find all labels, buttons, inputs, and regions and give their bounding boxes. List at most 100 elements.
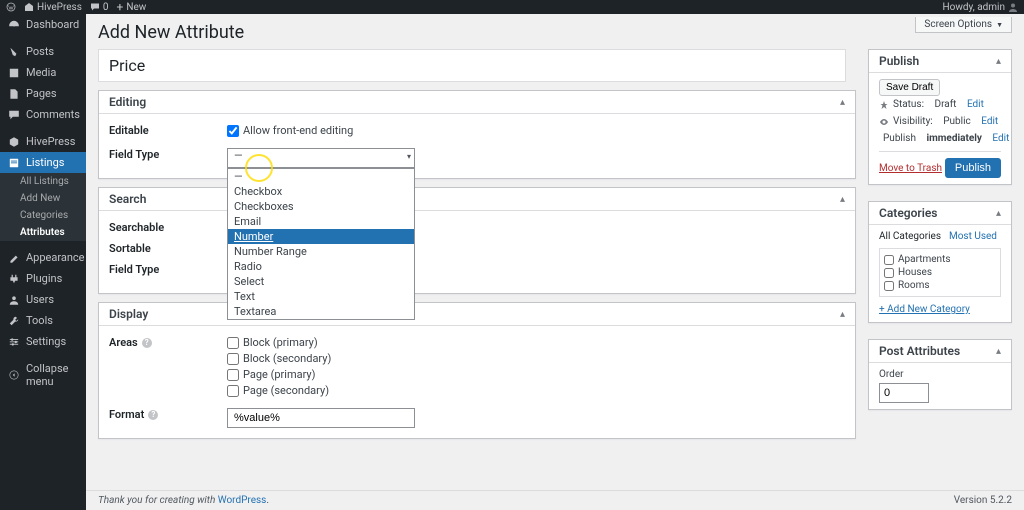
footer-version: Version 5.2.2 bbox=[954, 495, 1012, 506]
menu-tools[interactable]: Tools bbox=[0, 310, 86, 331]
option-checkbox[interactable]: Checkbox bbox=[228, 184, 414, 199]
content-area: Screen Options Add New Attribute Price E… bbox=[86, 14, 1024, 510]
move-to-trash-link[interactable]: Move to Trash bbox=[879, 163, 942, 174]
screen-options-toggle[interactable]: Screen Options bbox=[915, 17, 1012, 33]
areas-help-icon[interactable]: ? bbox=[142, 338, 152, 348]
admin-footer: Thank you for creating with WordPress. V… bbox=[86, 490, 1024, 510]
option-dash[interactable]: — bbox=[228, 169, 414, 184]
visibility-edit-link[interactable]: Edit bbox=[981, 116, 998, 127]
howdy-link[interactable]: Howdy, admin bbox=[943, 2, 1018, 13]
submenu-attributes[interactable]: Attributes bbox=[0, 224, 86, 241]
editing-field-type-label: Field Type bbox=[109, 148, 227, 161]
submenu-add-new[interactable]: Add New bbox=[0, 190, 86, 207]
listings-submenu: All Listings Add New Categories Attribut… bbox=[0, 173, 86, 241]
search-field-type-label: Field Type bbox=[109, 263, 227, 276]
allow-front-end-editing-label: Allow front-end editing bbox=[243, 124, 353, 137]
cat-rooms-label: Rooms bbox=[898, 280, 930, 291]
option-number[interactable]: Number bbox=[228, 229, 414, 244]
add-new-category-link[interactable]: + Add New Category bbox=[879, 304, 970, 315]
search-box: Search ▴ Searchable Sortable Field Type bbox=[98, 187, 856, 294]
menu-hivepress[interactable]: HivePress bbox=[0, 131, 86, 152]
collapse-menu[interactable]: Collapse menu bbox=[0, 358, 86, 392]
sortable-label: Sortable bbox=[109, 242, 227, 255]
searchable-label: Searchable bbox=[109, 221, 227, 234]
area-page-secondary-label: Page (secondary) bbox=[243, 384, 329, 397]
cat-tab-all[interactable]: All Categories bbox=[879, 231, 941, 242]
cat-houses-checkbox[interactable] bbox=[884, 268, 894, 278]
option-textarea[interactable]: Textarea bbox=[228, 304, 414, 319]
cat-rooms-checkbox[interactable] bbox=[884, 281, 894, 291]
status-value: Draft bbox=[935, 99, 957, 110]
cat-houses-label: Houses bbox=[898, 267, 932, 278]
cat-apartments-label: Apartments bbox=[898, 254, 951, 265]
area-block-primary-label: Block (primary) bbox=[243, 336, 318, 349]
menu-plugins[interactable]: Plugins bbox=[0, 268, 86, 289]
option-checkboxes[interactable]: Checkboxes bbox=[228, 199, 414, 214]
order-label: Order bbox=[879, 369, 904, 380]
menu-media[interactable]: Media bbox=[0, 62, 86, 83]
editing-field-type-select[interactable]: — bbox=[227, 148, 415, 168]
menu-appearance[interactable]: Appearance bbox=[0, 247, 86, 268]
area-block-secondary-label: Block (secondary) bbox=[243, 352, 331, 365]
admin-toolbar: HivePress 0 +New Howdy, admin bbox=[0, 0, 1024, 14]
option-number-range[interactable]: Number Range bbox=[228, 244, 414, 259]
area-block-primary-checkbox[interactable] bbox=[227, 337, 239, 349]
area-block-secondary-checkbox[interactable] bbox=[227, 353, 239, 365]
menu-pages[interactable]: Pages bbox=[0, 83, 86, 104]
publish-toggle-icon[interactable]: ▴ bbox=[996, 56, 1001, 67]
status-edit-link[interactable]: Edit bbox=[967, 99, 984, 110]
search-toggle-icon[interactable]: ▴ bbox=[840, 194, 845, 205]
post-attributes-heading: Post Attributes bbox=[879, 344, 960, 358]
editing-toggle-icon[interactable]: ▴ bbox=[840, 97, 845, 108]
display-heading: Display bbox=[109, 307, 148, 321]
menu-listings[interactable]: Listings bbox=[0, 152, 86, 173]
visibility-value: Public bbox=[943, 116, 971, 127]
option-email[interactable]: Email bbox=[228, 214, 414, 229]
publish-value: immediately bbox=[926, 133, 981, 144]
title-input[interactable]: Price bbox=[98, 49, 846, 82]
pin-icon bbox=[879, 100, 889, 110]
publish-edit-link[interactable]: Edit bbox=[992, 133, 1009, 144]
post-attributes-box: Post Attributes ▴ Order bbox=[868, 339, 1012, 410]
option-select[interactable]: Select bbox=[228, 274, 414, 289]
categories-box: Categories ▴ All Categories Most Used Apa… bbox=[868, 201, 1012, 323]
new-link[interactable]: +New bbox=[117, 0, 147, 14]
format-label: Format bbox=[109, 408, 144, 421]
editing-heading: Editing bbox=[109, 95, 146, 109]
visibility-icon bbox=[879, 117, 889, 127]
menu-posts[interactable]: Posts bbox=[0, 41, 86, 62]
admin-sidebar: Dashboard Posts Media Pages Comments Hiv… bbox=[0, 14, 86, 510]
format-help-icon[interactable]: ? bbox=[148, 410, 158, 420]
display-box: Display ▴ Areas? Block (primary) Block (… bbox=[98, 302, 856, 439]
cat-apartments-checkbox[interactable] bbox=[884, 255, 894, 265]
footer-thanks: Thank you for creating with bbox=[98, 495, 218, 506]
menu-settings[interactable]: Settings bbox=[0, 331, 86, 352]
option-text[interactable]: Text bbox=[228, 289, 414, 304]
menu-users[interactable]: Users bbox=[0, 289, 86, 310]
categories-heading: Categories bbox=[879, 206, 937, 220]
order-input[interactable] bbox=[879, 383, 929, 403]
categories-toggle-icon[interactable]: ▴ bbox=[996, 208, 1001, 219]
site-link[interactable]: HivePress bbox=[24, 2, 82, 13]
area-page-secondary-checkbox[interactable] bbox=[227, 385, 239, 397]
comments-link[interactable]: 0 bbox=[90, 2, 109, 13]
menu-dashboard[interactable]: Dashboard bbox=[0, 14, 86, 35]
cat-tab-most-used[interactable]: Most Used bbox=[949, 231, 997, 242]
visibility-label: Visibility: bbox=[893, 116, 933, 127]
footer-wordpress-link[interactable]: WordPress bbox=[218, 495, 267, 506]
allow-front-end-editing-checkbox[interactable] bbox=[227, 125, 239, 137]
save-draft-button[interactable]: Save Draft bbox=[879, 79, 940, 96]
editing-box: Editing ▴ Editable Allow front-end editi… bbox=[98, 90, 856, 179]
publish-label: Publish bbox=[883, 133, 916, 144]
wp-logo[interactable] bbox=[6, 2, 16, 12]
area-page-primary-checkbox[interactable] bbox=[227, 369, 239, 381]
display-toggle-icon[interactable]: ▴ bbox=[840, 309, 845, 320]
submenu-categories[interactable]: Categories bbox=[0, 207, 86, 224]
option-radio[interactable]: Radio bbox=[228, 259, 414, 274]
post-attributes-toggle-icon[interactable]: ▴ bbox=[996, 346, 1001, 357]
submenu-all-listings[interactable]: All Listings bbox=[0, 173, 86, 190]
menu-comments[interactable]: Comments bbox=[0, 104, 86, 125]
area-page-primary-label: Page (primary) bbox=[243, 368, 315, 381]
format-input[interactable] bbox=[227, 408, 415, 428]
publish-button[interactable]: Publish bbox=[945, 158, 1001, 178]
